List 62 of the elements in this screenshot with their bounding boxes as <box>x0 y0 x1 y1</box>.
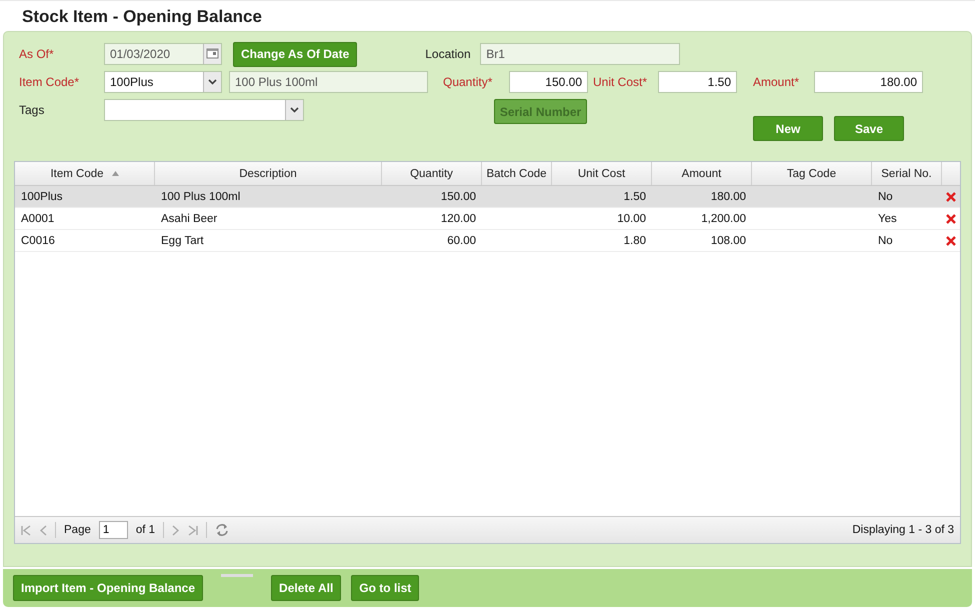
previous-page-icon[interactable] <box>39 524 47 536</box>
column-header[interactable]: Tag Code <box>752 162 872 185</box>
table-cell: 120.00 <box>440 212 476 224</box>
page-number-field[interactable]: 1 <box>98 521 128 539</box>
table-cell: 1.50 <box>624 190 646 202</box>
table-cell: 1.80 <box>624 234 646 246</box>
refresh-icon[interactable] <box>215 523 230 537</box>
delete-icon[interactable] <box>946 192 956 202</box>
table-cell: No <box>878 234 893 246</box>
column-header[interactable]: Serial No. <box>872 162 942 185</box>
table-cell: 100Plus <box>21 190 63 202</box>
first-page-icon[interactable] <box>21 524 31 536</box>
display-info: Displaying 1 - 3 of 3 <box>852 524 954 536</box>
unit-cost-field[interactable]: 1.50 <box>658 71 737 93</box>
table-cell: No <box>878 190 893 202</box>
next-page-icon[interactable] <box>172 524 180 536</box>
page-count: of 1 <box>136 524 156 536</box>
table-row[interactable]: A0001 Asahi Beer 120.00 10.00 1,200.00 Yes <box>15 208 960 230</box>
table-cell: 60.00 <box>447 234 476 246</box>
column-header[interactable]: Quantity <box>382 162 482 185</box>
column-header[interactable]: Unit Cost <box>552 162 652 185</box>
table-cell: C0016 <box>21 234 55 246</box>
table-cell: 100 Plus 100ml <box>161 190 240 202</box>
table-cell: 10.00 <box>617 212 646 224</box>
field-label: Item Code* <box>19 75 80 89</box>
table-cell: 108.00 <box>710 234 746 246</box>
table-cell: Egg Tart <box>161 234 204 246</box>
table-cell: 180.00 <box>710 190 746 202</box>
footer-button[interactable]: Import Item - Opening Balance <box>13 575 204 601</box>
chevron-down-icon[interactable] <box>203 72 221 92</box>
table-cell: 150.00 <box>440 190 476 202</box>
field-label: Quantity* <box>443 75 494 89</box>
column-header[interactable]: Description <box>155 162 382 185</box>
footer-button[interactable]: Delete All <box>271 575 342 601</box>
footer-button[interactable]: Go to list <box>351 575 420 601</box>
column-header[interactable]: Batch Code <box>482 162 552 185</box>
chevron-down-icon[interactable] <box>285 100 303 120</box>
column-header[interactable]: Amount <box>652 162 752 185</box>
description-field: 100 Plus 100ml <box>229 71 428 93</box>
field-label: Amount* <box>753 75 800 89</box>
delete-icon[interactable] <box>946 236 956 246</box>
form-button[interactable]: Save <box>834 116 904 141</box>
last-page-icon[interactable] <box>188 524 198 536</box>
field-label: Unit Cost* <box>593 75 648 89</box>
table-cell: Yes <box>878 212 897 224</box>
page-label: Page <box>64 524 91 536</box>
amount-field[interactable]: 180.00 <box>814 71 923 93</box>
table-cell: 1,200.00 <box>701 212 746 224</box>
field-label: Location <box>425 47 472 61</box>
delete-icon[interactable] <box>946 214 956 224</box>
field-label: Tags <box>19 103 46 117</box>
item-code-dropdown[interactable]: 100Plus <box>104 71 222 93</box>
window-title: Stock Item - Opening Balance <box>22 7 263 28</box>
field-label: As Of* <box>19 47 55 61</box>
table-cell: Asahi Beer <box>161 212 218 224</box>
column-header[interactable]: Item Code <box>15 162 155 185</box>
table-row[interactable]: 100Plus 100 Plus 100ml 150.00 1.50 180.00 No <box>15 186 960 208</box>
change-date-button[interactable]: Change As Of Date <box>233 42 358 66</box>
quantity-field[interactable]: 150.00 <box>509 71 588 93</box>
table-cell: A0001 <box>21 212 54 224</box>
table-row[interactable]: C0016 Egg Tart 60.00 1.80 108.00 No <box>15 230 960 252</box>
form-button[interactable]: New <box>753 116 823 141</box>
